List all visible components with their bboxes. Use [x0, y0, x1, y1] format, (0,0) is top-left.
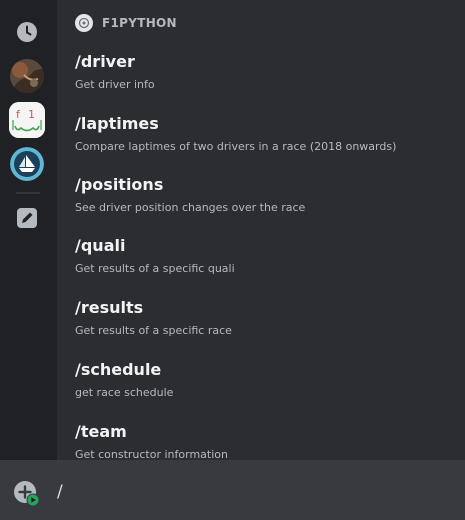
app-window: f 1 F1PYTHON /driver Get driver info /la… [0, 0, 465, 520]
rail-divider [16, 192, 40, 194]
command-item-schedule[interactable]: /schedule get race schedule [75, 360, 455, 400]
boat-app-avatar [10, 147, 44, 181]
bot-icon [75, 14, 93, 32]
app-rail: f 1 [0, 0, 57, 460]
command-item-laptimes[interactable]: /laptimes Compare laptimes of two driver… [75, 114, 455, 154]
message-input-bar: / [0, 460, 465, 520]
command-description: Get results of a specific quali [75, 262, 235, 275]
svg-text:1: 1 [28, 108, 35, 121]
command-name: /laptimes [75, 114, 159, 133]
command-name: /positions [75, 175, 164, 194]
command-description: Get constructor information [75, 448, 228, 460]
bot-name: F1PYTHON [102, 16, 177, 30]
f1-app-button[interactable]: f 1 [9, 102, 45, 138]
command-name: /team [75, 422, 127, 441]
command-name: /schedule [75, 360, 162, 379]
command-description: Get results of a specific race [75, 324, 232, 337]
command-item-quali[interactable]: /quali Get results of a specific quali [75, 236, 455, 276]
recent-apps-button[interactable] [9, 14, 45, 50]
command-description: See driver position changes over the rac… [75, 201, 306, 214]
command-item-results[interactable]: /results Get results of a specific race [75, 298, 455, 338]
bot-header: F1PYTHON [75, 13, 177, 33]
command-description: Get driver info [75, 78, 155, 91]
message-input[interactable]: / [57, 480, 63, 504]
plus-circle-icon [13, 481, 41, 512]
clock-icon [15, 20, 39, 44]
edit-button[interactable] [9, 200, 45, 236]
command-description: Compare laptimes of two drivers in a rac… [75, 140, 397, 153]
server-avatar-button[interactable] [9, 58, 45, 94]
command-description: get race schedule [75, 386, 174, 399]
command-item-team[interactable]: /team Get constructor information [75, 422, 455, 460]
add-attachment-button[interactable] [13, 480, 41, 508]
f1-app-avatar: f 1 [9, 102, 45, 138]
command-item-driver[interactable]: /driver Get driver info [75, 52, 455, 92]
edit-icon [16, 207, 38, 229]
command-item-positions[interactable]: /positions See driver position changes o… [75, 175, 455, 215]
command-name: /quali [75, 236, 126, 255]
boat-app-button[interactable] [9, 146, 45, 182]
server-avatar [10, 59, 44, 93]
command-panel: F1PYTHON /driver Get driver info /laptim… [57, 0, 465, 460]
command-name: /driver [75, 52, 135, 71]
command-name: /results [75, 298, 144, 317]
